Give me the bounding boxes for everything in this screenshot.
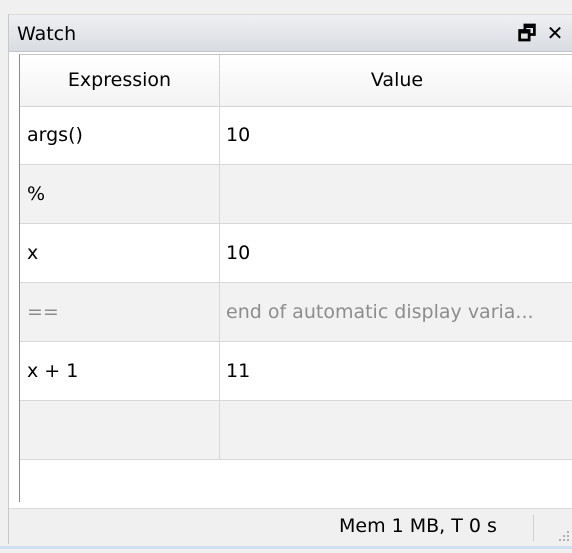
- value-cell: [220, 401, 572, 459]
- expression-cell[interactable]: ==: [20, 283, 220, 341]
- value-cell: 11: [226, 360, 251, 382]
- value-cell: end of automatic display varia...: [226, 301, 534, 323]
- table-row[interactable]: x 10: [20, 224, 572, 283]
- expression-cell[interactable]: [20, 401, 220, 459]
- expression-cell[interactable]: x: [20, 224, 220, 282]
- panel-title: Watch: [17, 23, 77, 45]
- resize-grip-icon[interactable]: [557, 529, 571, 543]
- table-row[interactable]: %: [20, 165, 572, 224]
- expression-cell[interactable]: x + 1: [20, 342, 220, 400]
- value-cell: 10: [226, 124, 251, 146]
- column-header-value[interactable]: Value: [220, 55, 572, 106]
- window-float-icon[interactable]: 🗗: [515, 19, 539, 47]
- column-header-expression[interactable]: Expression: [20, 55, 220, 106]
- window-bottom-edge: [0, 546, 572, 549]
- table-row[interactable]: == end of automatic display varia...: [20, 283, 572, 342]
- value-cell: [220, 165, 572, 223]
- table-row[interactable]: x + 1 11: [20, 342, 572, 401]
- status-bar: Mem 1 MB, T 0 s: [9, 508, 572, 545]
- close-icon[interactable]: ✕: [543, 19, 567, 47]
- status-divider: [533, 515, 534, 541]
- watch-title-bar[interactable]: Watch 🗗 ✕: [9, 14, 572, 52]
- expression-cell[interactable]: %: [20, 165, 220, 223]
- table-row[interactable]: args() 10: [20, 106, 572, 165]
- value-cell: 10: [226, 242, 251, 264]
- status-text: Mem 1 MB, T 0 s: [339, 515, 497, 537]
- watch-panel: Watch 🗗 ✕ Expression Value args() 10 % x…: [8, 14, 572, 545]
- table-header: Expression Value: [20, 55, 572, 107]
- expression-cell[interactable]: args(): [20, 106, 220, 164]
- watch-table: Expression Value args() 10 % x 10 == end…: [19, 54, 572, 502]
- table-row-empty[interactable]: [20, 401, 572, 460]
